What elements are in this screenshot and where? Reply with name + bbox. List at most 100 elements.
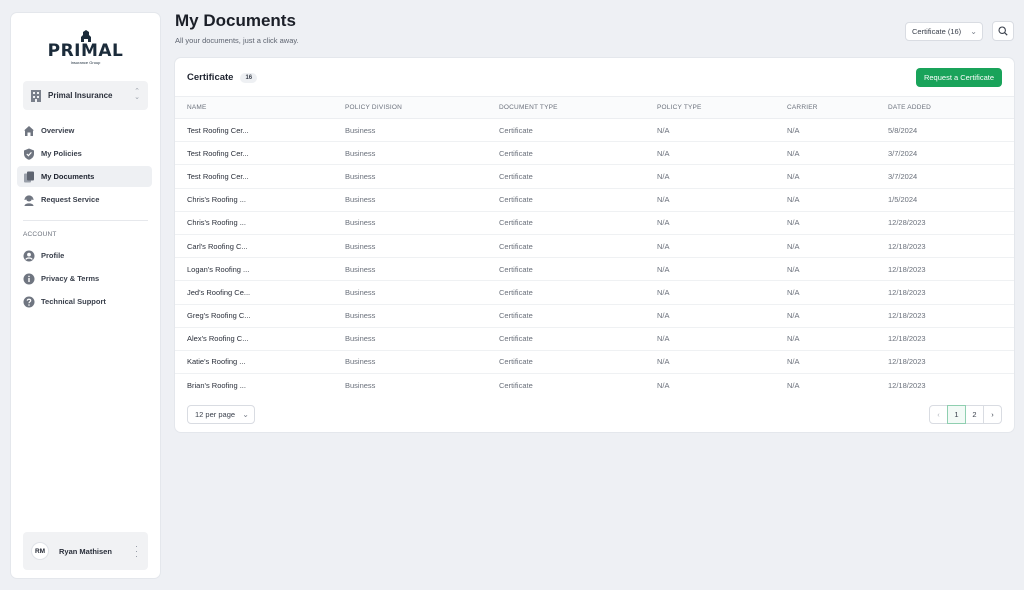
brand-tagline: Insurance Group (70, 60, 101, 65)
table-header-row: NAME POLICY DIVISION DOCUMENT TYPE POLIC… (175, 96, 1014, 119)
page-button-1[interactable]: 1 (947, 405, 966, 424)
request-certificate-button[interactable]: Request a Certificate (916, 68, 1002, 87)
column-header-document-type[interactable]: DOCUMENT TYPE (499, 97, 657, 119)
document-type-filter[interactable]: Certificate (16) ⌄ (905, 22, 983, 41)
nav-item-my-policies[interactable]: My Policies (17, 143, 152, 164)
table-row[interactable]: Brian's Roofing ... Business Certificate N/… (175, 374, 1014, 397)
nav-label: My Policies (41, 149, 82, 158)
cell-name[interactable]: Jed's Roofing Ce... (175, 281, 345, 304)
cell-policy-division: Business (345, 195, 376, 205)
info-icon (23, 273, 35, 284)
table-row[interactable]: Carl's Roofing C... Business Certificate N/… (175, 234, 1014, 258)
cell-date-added: 12/18/2023 (888, 334, 926, 344)
cell-policy-type: N/A (657, 357, 670, 367)
cell-date-added: 12/18/2023 (888, 357, 926, 367)
cell-policy-type: N/A (657, 195, 670, 205)
cell-policy-division: Business (345, 125, 376, 135)
cell-policy-type: N/A (657, 125, 670, 135)
cell-carrier: N/A (787, 334, 800, 344)
cell-policy-type: N/A (657, 241, 670, 251)
table-row[interactable]: Logan's Roofing ... Business Certificate N/… (175, 258, 1014, 281)
cell-name[interactable]: Katie's Roofing ... (175, 350, 345, 373)
cell-policy-division: Business (345, 218, 376, 228)
cell-date-added: 12/28/2023 (888, 218, 926, 228)
table-row[interactable]: Test Roofing Cer... Business Certificate N/… (175, 119, 1014, 142)
nav-label: Technical Support (41, 297, 106, 306)
cell-carrier: N/A (787, 195, 800, 205)
cell-carrier: N/A (787, 357, 800, 367)
cell-name[interactable]: Test Roofing Cer... (175, 119, 345, 142)
cell-name[interactable]: Brian's Roofing ... (175, 374, 345, 397)
prev-page-button[interactable]: ‹ (929, 405, 948, 424)
nav-item-overview[interactable]: Overview (17, 120, 152, 141)
table-row[interactable]: Katie's Roofing ... Business Certificate N/… (175, 350, 1014, 374)
cell-name[interactable]: Alex's Roofing C... (175, 327, 345, 350)
cell-document-type: Certificate (499, 195, 533, 205)
cell-name[interactable]: Test Roofing Cer... (175, 165, 345, 188)
cell-name[interactable]: Test Roofing Cer... (175, 142, 345, 165)
nav-item-privacy-terms[interactable]: Privacy & Terms (17, 268, 152, 289)
cell-document-type: Certificate (499, 311, 533, 321)
cell-date-added: 3/7/2024 (888, 148, 918, 158)
per-page-value: 12 per page (195, 410, 236, 419)
pagination: ‹ 1 2 › (929, 405, 1002, 424)
cell-policy-division: Business (345, 287, 376, 297)
column-header-date-added[interactable]: DATE ADDED (888, 97, 1014, 119)
nav-item-profile[interactable]: Profile (17, 245, 152, 266)
table-row[interactable]: Test Roofing Cer... Business Certificate N/… (175, 165, 1014, 189)
account-nav: Profile Privacy & Terms Technical Suppor… (17, 245, 152, 314)
cell-policy-division: Business (345, 171, 376, 181)
cell-carrier: N/A (787, 218, 800, 228)
nav-label: Overview (41, 126, 75, 135)
page-button-2[interactable]: 2 (965, 405, 984, 424)
cell-document-type: Certificate (499, 171, 533, 181)
cell-policy-division: Business (345, 148, 376, 158)
nav-label: Request Service (41, 195, 100, 204)
brand-logo[interactable]: PRIMAL Insurance Group (11, 30, 160, 65)
cell-policy-type: N/A (657, 218, 670, 228)
kebab-menu-icon[interactable]: · · · (135, 542, 138, 561)
up-down-chevron-icon: ⌃ ⌄ (134, 88, 140, 101)
table-row[interactable]: Chris's Roofing ... Business Certificate N/… (175, 211, 1014, 235)
user-card[interactable]: RM Ryan Mathisen · · · (23, 532, 148, 570)
nav-label: Profile (41, 251, 65, 260)
page-subtitle: All your documents, just a click away. (175, 36, 299, 45)
user-circle-icon (23, 250, 35, 261)
sidebar-divider (23, 220, 148, 221)
cell-policy-type: N/A (657, 334, 670, 344)
cell-document-type: Certificate (499, 264, 533, 274)
search-button[interactable] (992, 21, 1014, 41)
per-page-select[interactable]: 12 per page ⌄ (187, 405, 255, 424)
table-row[interactable]: Greg's Roofing C... Business Certificate N/… (175, 304, 1014, 328)
cell-carrier: N/A (787, 311, 800, 321)
table-row[interactable]: Chris's Roofing ... Business Certificate N/… (175, 188, 1014, 212)
column-header-policy-division[interactable]: POLICY DIVISION (345, 97, 499, 119)
column-header-policy-type[interactable]: POLICY TYPE (657, 97, 787, 119)
filter-value: Certificate (16) (912, 27, 962, 36)
cell-document-type: Certificate (499, 334, 533, 344)
documents-icon (24, 171, 34, 182)
cell-name[interactable]: Chris's Roofing ... (175, 188, 345, 211)
cell-document-type: Certificate (499, 241, 533, 251)
count-badge: 16 (240, 72, 258, 83)
shield-icon (24, 148, 34, 160)
column-header-name[interactable]: NAME (175, 97, 345, 119)
cell-date-added: 5/8/2024 (888, 125, 918, 135)
cell-name[interactable]: Logan's Roofing ... (175, 258, 345, 281)
organization-select[interactable]: Primal Insurance ⌃ ⌄ (23, 81, 148, 110)
table-row[interactable]: Alex's Roofing C... Business Certificate N/… (175, 327, 1014, 351)
table-row[interactable]: Test Roofing Cer... Business Certificate N/… (175, 142, 1014, 165)
sidebar: PRIMAL Insurance Group Primal Insurance … (11, 13, 160, 578)
cell-name[interactable]: Carl's Roofing C... (175, 234, 345, 257)
nav-item-request-service[interactable]: Request Service (17, 189, 152, 210)
column-header-carrier[interactable]: CARRIER (787, 97, 888, 119)
nav-item-technical-support[interactable]: Technical Support (17, 291, 152, 312)
cell-date-added: 12/18/2023 (888, 311, 926, 321)
next-page-button[interactable]: › (983, 405, 1002, 424)
cell-name[interactable]: Chris's Roofing ... (175, 211, 345, 234)
cell-name[interactable]: Greg's Roofing C... (175, 304, 345, 327)
table-row[interactable]: Jed's Roofing Ce... Business Certificate N/… (175, 281, 1014, 304)
nav-label: Privacy & Terms (41, 274, 100, 283)
nav-item-my-documents[interactable]: My Documents (17, 166, 152, 187)
cell-date-added: 12/18/2023 (888, 241, 926, 251)
